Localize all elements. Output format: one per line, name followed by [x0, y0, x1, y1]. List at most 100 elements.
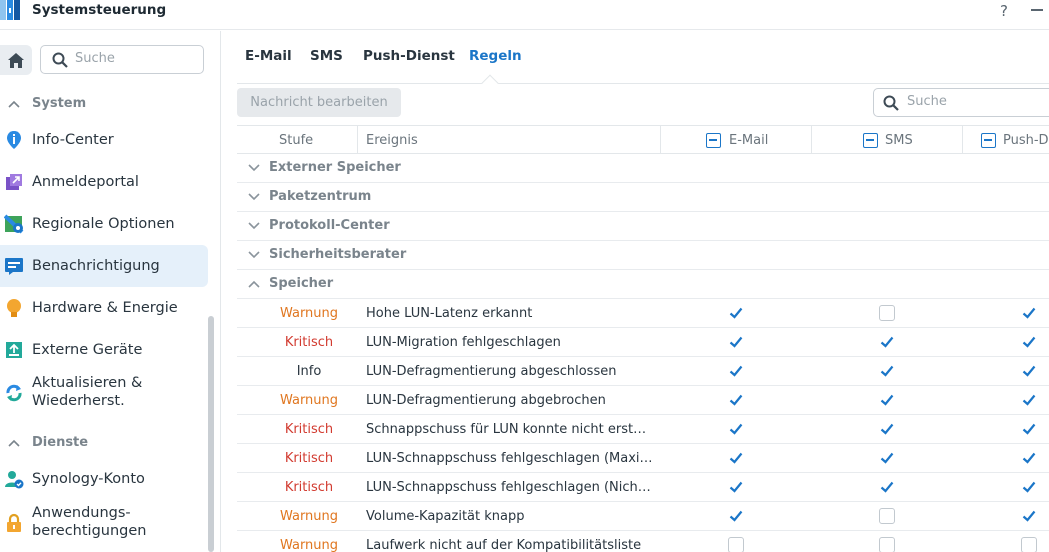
- table-row[interactable]: Info LUN-Defragmentierung abgeschlossen: [237, 357, 1049, 386]
- sidebar-item-synology-account[interactable]: Synology-Konto: [0, 464, 208, 494]
- push-checkbox[interactable]: [1021, 363, 1037, 379]
- tab-email[interactable]: E-Mail: [245, 48, 292, 64]
- push-checkbox[interactable]: [1021, 508, 1037, 524]
- select-all-push-checkbox[interactable]: [981, 133, 996, 148]
- sms-checkbox[interactable]: [879, 363, 895, 379]
- email-checkbox[interactable]: [728, 508, 744, 524]
- email-checkbox[interactable]: [728, 334, 744, 350]
- sms-checkbox[interactable]: [879, 450, 895, 466]
- sidebar-search-field[interactable]: [40, 45, 204, 74]
- sidebar-item-label: Synology-Konto: [32, 471, 145, 487]
- hardware-power-icon: [7, 299, 21, 317]
- check-icon: [1021, 479, 1037, 495]
- event-name: LUN-Defragmentierung abgeschlossen: [366, 364, 617, 379]
- home-button[interactable]: [0, 45, 32, 75]
- push-checkbox[interactable]: [1021, 421, 1037, 437]
- sms-checkbox[interactable]: [879, 479, 895, 495]
- sidebar-item-info-center[interactable]: Info-Center: [0, 125, 208, 155]
- select-all-sms-checkbox[interactable]: [863, 133, 878, 148]
- severity-level: Kritisch: [284, 335, 334, 350]
- push-checkbox[interactable]: [1021, 392, 1037, 408]
- email-checkbox[interactable]: [728, 363, 744, 379]
- control-panel-icon: [0, 0, 20, 20]
- section-label: System: [32, 96, 87, 111]
- sms-checkbox[interactable]: [879, 305, 895, 321]
- select-all-email-checkbox[interactable]: [706, 133, 721, 148]
- table-row[interactable]: Kritisch LUN-Schnappschuss fehlgeschlagen…: [237, 473, 1049, 502]
- group-row[interactable]: Externer Speicher: [237, 154, 1049, 183]
- help-button[interactable]: ?: [1000, 2, 1008, 20]
- sidebar-item-regional-options[interactable]: Regionale Optionen: [0, 209, 208, 239]
- regional-options-icon: [4, 214, 24, 234]
- push-checkbox[interactable]: [1021, 479, 1037, 495]
- check-icon: [1021, 450, 1037, 466]
- sidebar-item-hardware-power[interactable]: Hardware & Energie: [0, 293, 208, 323]
- check-icon: [879, 392, 895, 408]
- sidebar-item-login-portal[interactable]: Anmeldeportal: [0, 167, 208, 197]
- chevron-down-icon: [248, 251, 260, 259]
- column-sms[interactable]: SMS: [812, 126, 963, 154]
- email-checkbox[interactable]: [728, 305, 744, 321]
- email-checkbox[interactable]: [728, 537, 744, 552]
- sms-checkbox[interactable]: [879, 392, 895, 408]
- column-level[interactable]: Stufe: [237, 126, 358, 154]
- column-email[interactable]: E-Mail: [661, 126, 812, 154]
- tab-sms[interactable]: SMS: [310, 48, 343, 64]
- sidebar-item-label: Info-Center: [32, 132, 114, 148]
- tab-rules[interactable]: Regeln: [469, 48, 522, 64]
- push-checkbox[interactable]: [1021, 450, 1037, 466]
- rules-search-input[interactable]: [907, 94, 1047, 109]
- email-checkbox[interactable]: [728, 421, 744, 437]
- check-icon: [728, 392, 744, 408]
- table-row[interactable]: Kritisch Schnappschuss für LUN konnte nic…: [237, 415, 1049, 444]
- group-row[interactable]: Protokoll-Center: [237, 212, 1049, 241]
- sidebar-item-label: Regionale Optionen: [32, 216, 175, 232]
- sms-checkbox[interactable]: [879, 508, 895, 524]
- sms-checkbox[interactable]: [879, 334, 895, 350]
- email-checkbox[interactable]: [728, 450, 744, 466]
- email-checkbox[interactable]: [728, 392, 744, 408]
- sidebar-item-external-devices[interactable]: Externe Geräte: [0, 335, 208, 365]
- sms-checkbox[interactable]: [879, 421, 895, 437]
- sidebar-scrollbar[interactable]: [208, 316, 214, 552]
- sidebar-item-update-restore[interactable]: Aktualisieren & Wiederherst.: [0, 371, 208, 413]
- table-row[interactable]: Warnung Hohe LUN-Latenz erkannt: [237, 299, 1049, 328]
- section-system[interactable]: System: [8, 96, 86, 111]
- severity-level: Warnung: [279, 393, 339, 408]
- column-event[interactable]: Ereignis: [358, 126, 661, 154]
- chevron-down-icon: [248, 193, 260, 201]
- tab-push-service[interactable]: Push-Dienst: [363, 48, 455, 64]
- event-name: Schnappschuss für LUN konnte nicht erst…: [366, 422, 647, 437]
- column-label: Push-D: [1003, 132, 1049, 148]
- check-icon: [728, 421, 744, 437]
- push-checkbox[interactable]: [1021, 334, 1037, 350]
- group-row[interactable]: Speicher: [237, 270, 1049, 299]
- column-push[interactable]: Push-D: [963, 126, 1049, 154]
- severity-level: Warnung: [279, 538, 339, 552]
- minimize-button[interactable]: [1031, 9, 1043, 11]
- push-checkbox[interactable]: [1021, 537, 1037, 552]
- login-portal-icon: [6, 174, 22, 190]
- table-row[interactable]: Warnung LUN-Defragmentierung abgebrochen: [237, 386, 1049, 415]
- sidebar-item-app-permissions[interactable]: Anwendungs-berechtigungen: [0, 501, 208, 543]
- edit-message-button[interactable]: Nachricht bearbeiten: [237, 88, 401, 117]
- sidebar-search-input[interactable]: [75, 51, 195, 66]
- table-row[interactable]: Warnung Laufwerk nicht auf der Kompatibil…: [237, 531, 1049, 552]
- group-row[interactable]: Sicherheitsberater: [237, 241, 1049, 270]
- group-row[interactable]: Paketzentrum: [237, 183, 1049, 212]
- table-row[interactable]: Warnung Volume-Kapazität knapp: [237, 502, 1049, 531]
- check-icon: [879, 450, 895, 466]
- table-row[interactable]: Kritisch LUN-Migration fehlgeschlagen: [237, 328, 1049, 357]
- check-icon: [879, 479, 895, 495]
- table-row[interactable]: Kritisch LUN-Schnappschuss fehlgeschlagen…: [237, 444, 1049, 473]
- column-label: E-Mail: [729, 132, 769, 148]
- window-title: Systemsteuerung: [32, 2, 167, 18]
- event-name: LUN-Defragmentierung abgebrochen: [366, 393, 606, 408]
- section-services[interactable]: Dienste: [8, 435, 88, 450]
- push-checkbox[interactable]: [1021, 305, 1037, 321]
- rules-search-field[interactable]: [873, 88, 1049, 117]
- email-checkbox[interactable]: [728, 479, 744, 495]
- check-icon: [879, 334, 895, 350]
- sms-checkbox[interactable]: [879, 537, 895, 552]
- sidebar-item-notification[interactable]: Benachrichtigung: [0, 245, 208, 287]
